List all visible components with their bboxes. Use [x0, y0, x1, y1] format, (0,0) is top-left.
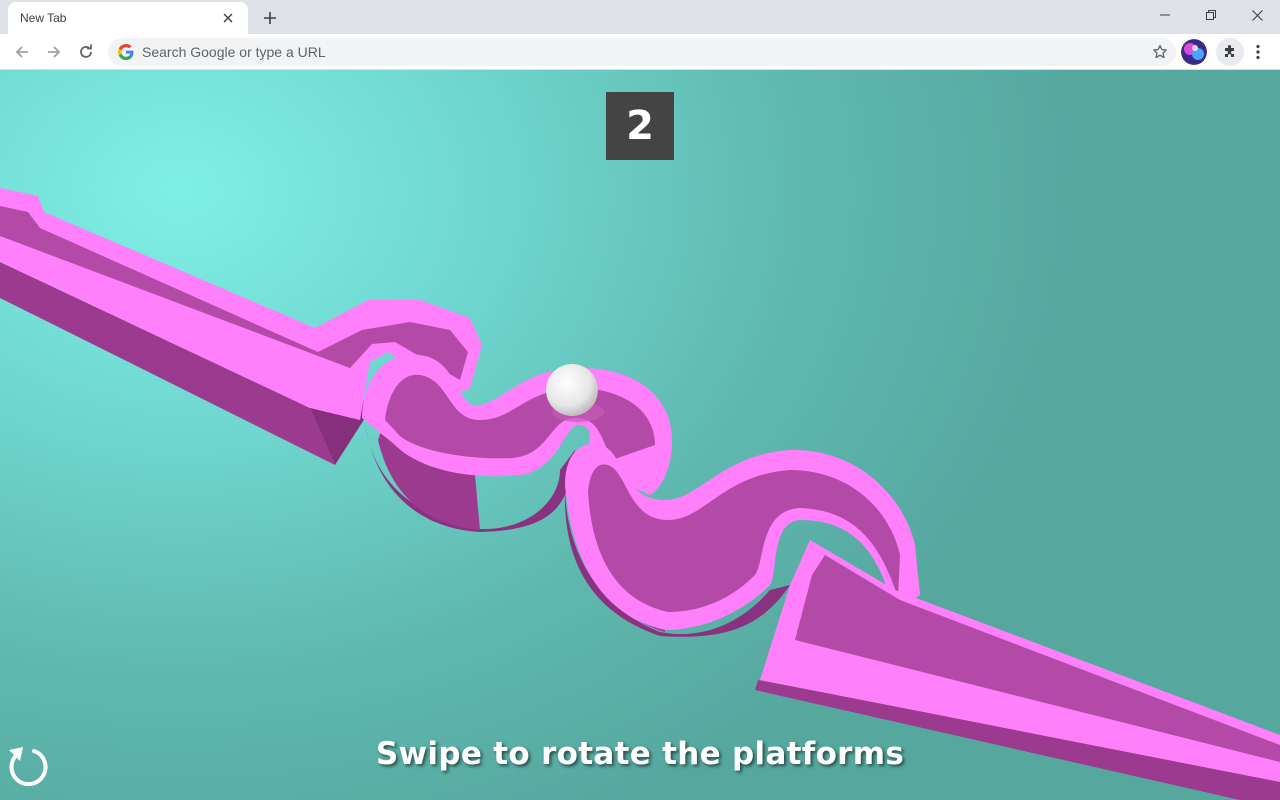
ball: [546, 364, 598, 416]
window-close-icon[interactable]: [1234, 0, 1280, 30]
kebab-menu-icon[interactable]: [1248, 38, 1268, 66]
game-canvas[interactable]: 2 Swipe to rotate the platforms: [0, 70, 1280, 800]
maze-platform[interactable]: [0, 70, 1280, 800]
google-logo-icon: [118, 44, 134, 60]
star-icon[interactable]: [1152, 44, 1168, 60]
minimize-icon[interactable]: [1142, 0, 1188, 30]
puzzle-icon[interactable]: [1216, 38, 1244, 66]
plus-icon[interactable]: [258, 6, 282, 30]
forward-arrow-icon[interactable]: [40, 38, 68, 66]
reload-icon[interactable]: [72, 38, 100, 66]
tab-new-tab[interactable]: New Tab: [8, 2, 248, 34]
browser-toolbar: [0, 34, 1280, 70]
restore-icon[interactable]: [1188, 0, 1234, 30]
instruction-text: Swipe to rotate the platforms: [375, 736, 905, 772]
close-icon[interactable]: [220, 10, 236, 26]
restart-icon[interactable]: [4, 742, 52, 790]
score-counter: 2: [606, 92, 674, 160]
tab-strip: New Tab: [0, 0, 1280, 34]
back-arrow-icon[interactable]: [8, 38, 36, 66]
tab-title: New Tab: [20, 11, 67, 25]
omnibox[interactable]: [108, 38, 1176, 66]
address-input[interactable]: [142, 44, 1176, 60]
avatar[interactable]: [1181, 39, 1207, 65]
